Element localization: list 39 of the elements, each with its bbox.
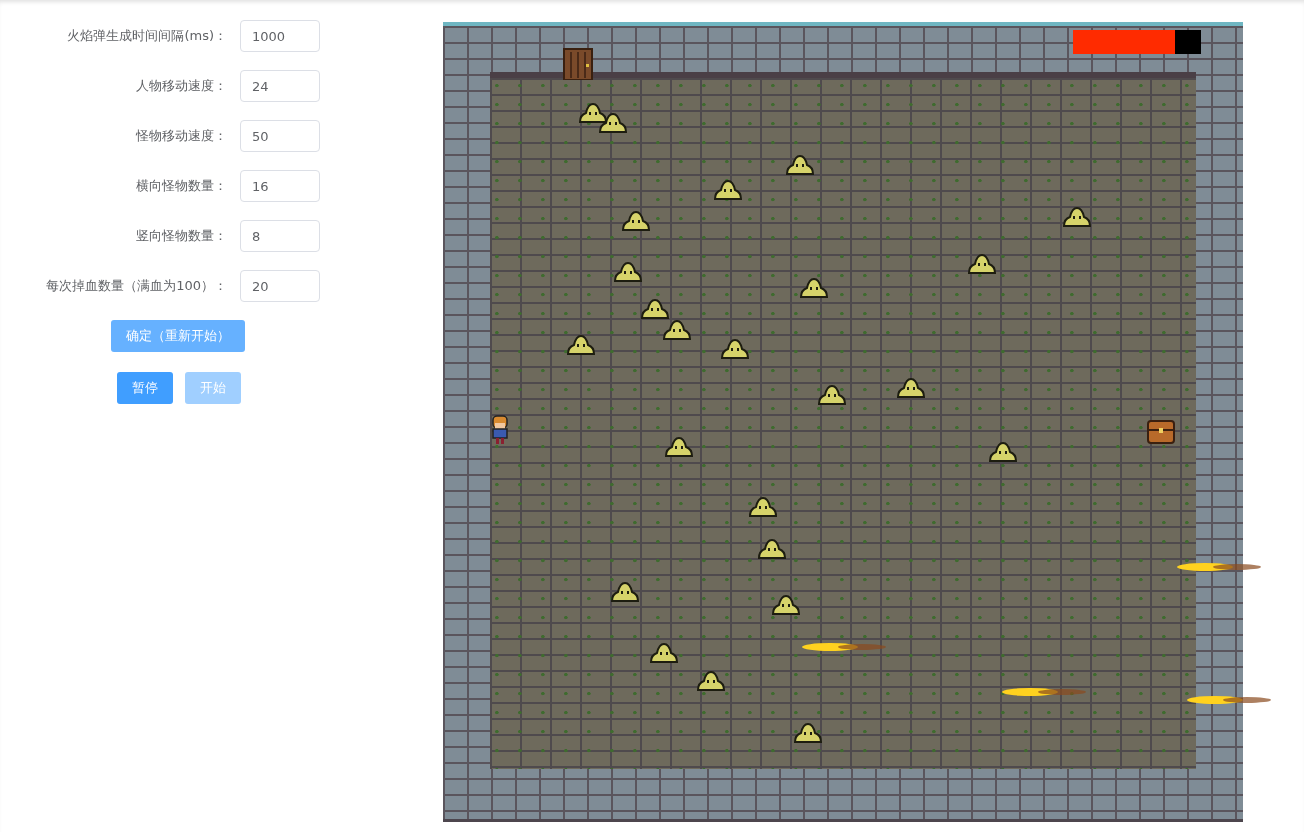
slime-icon [757,538,787,560]
setting-label: 火焰弹生成时间间隔(ms)： [66,27,228,45]
slime-icon [610,581,640,603]
hero-icon [490,415,510,445]
input-field[interactable]: 8 [240,220,320,252]
setting-label: 横向怪物数量： [135,177,228,195]
input-field[interactable]: 1000 [240,20,320,52]
slime-icon [967,253,997,275]
slime-icon [817,384,847,406]
slime-icon [793,722,823,744]
slime-icon [613,261,643,283]
slime-icon [578,102,608,124]
slime-icon [785,154,815,176]
slime-icon [799,277,829,299]
slime-icon [748,496,778,518]
input-field[interactable]: 16 [240,170,320,202]
slime-icon [664,436,694,458]
slime-icon [771,594,801,616]
slime-icon [896,377,926,399]
slime-icon [640,298,670,320]
slime-icon [713,179,743,201]
input-field[interactable]: 24 [240,70,320,102]
slime-icon [662,319,692,341]
slime-icon [566,334,596,356]
slime-icon [621,210,651,232]
door-icon [563,48,593,80]
slime-icon [696,670,726,692]
slime-icon [988,441,1018,463]
setting-label: 怪物移动速度： [135,127,228,145]
treasure-chest-icon [1147,420,1175,444]
slime-icon [649,642,679,664]
input-field[interactable]: 50 [240,120,320,152]
setting-label: 人物移动速度： [135,77,228,95]
input-field[interactable]: 20 [240,270,320,302]
setting-label: 竖向怪物数量： [135,227,228,245]
slime-icon [1062,206,1092,228]
slime-icon [720,338,750,360]
setting-label: 每次掉血数量（满血为100）： [45,277,228,295]
slime-icon [598,112,628,134]
